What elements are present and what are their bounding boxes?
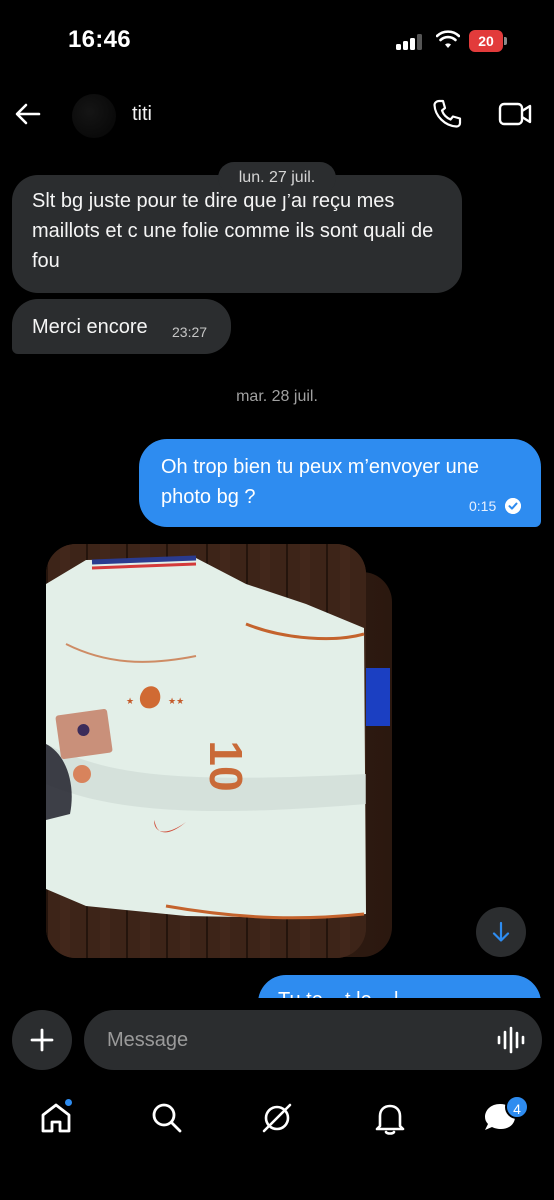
conversation-header: titi [0, 84, 554, 146]
status-bar: 16:46 20 [0, 0, 554, 80]
read-check-icon [505, 498, 521, 514]
jersey-photo: ★ ★★ 10 [46, 544, 366, 958]
battery-level: 20 [469, 30, 503, 52]
grok-icon[interactable] [257, 1098, 297, 1138]
status-time: 16:46 [68, 26, 131, 53]
plus-icon [30, 1028, 54, 1052]
message-text: Oh trop bien tu peux m’envoyer une photo… [161, 456, 479, 508]
message-input[interactable] [84, 1010, 542, 1070]
arrow-down-icon [492, 921, 510, 942]
avatar[interactable] [72, 94, 116, 138]
notifications-icon[interactable] [370, 1098, 410, 1138]
date-separator: mar. 28 juil. [236, 388, 318, 405]
message-text: Slt bg juste pour te dire que j’ai reçu … [32, 190, 434, 272]
jersey-number: 10 [200, 740, 252, 791]
cellular-signal-icon [396, 34, 424, 50]
battery-icon: 20 [469, 30, 507, 52]
back-arrow-icon[interactable] [12, 98, 44, 130]
wifi-icon [436, 30, 460, 48]
video-camera-icon[interactable] [498, 100, 532, 128]
message-bubble-incoming[interactable]: Merci encore 23:27 [12, 299, 231, 354]
message-time: 0:15 [469, 498, 497, 514]
phone-icon[interactable] [432, 98, 462, 130]
voice-message-icon[interactable] [496, 1026, 526, 1054]
svg-text:★: ★ [126, 696, 134, 706]
message-composer [0, 998, 554, 1088]
tab-bar [0, 1088, 554, 1200]
svg-text:★★: ★★ [168, 696, 184, 706]
messages-badge: 4 [505, 1095, 529, 1119]
add-attachment-button[interactable] [12, 1010, 72, 1070]
contact-name[interactable]: titi [132, 103, 152, 126]
date-separator: lun. 27 juil. [218, 162, 336, 194]
message-text: Merci encore [32, 316, 148, 338]
search-icon[interactable] [147, 1098, 187, 1138]
scroll-to-bottom-button[interactable] [476, 907, 526, 957]
photo-message[interactable]: ★ ★★ 10 [46, 544, 366, 958]
message-time: 23:27 [172, 324, 208, 340]
home-unread-dot [65, 1099, 72, 1106]
message-bubble-outgoing[interactable]: Oh trop bien tu peux m’envoyer une photo… [139, 439, 541, 527]
